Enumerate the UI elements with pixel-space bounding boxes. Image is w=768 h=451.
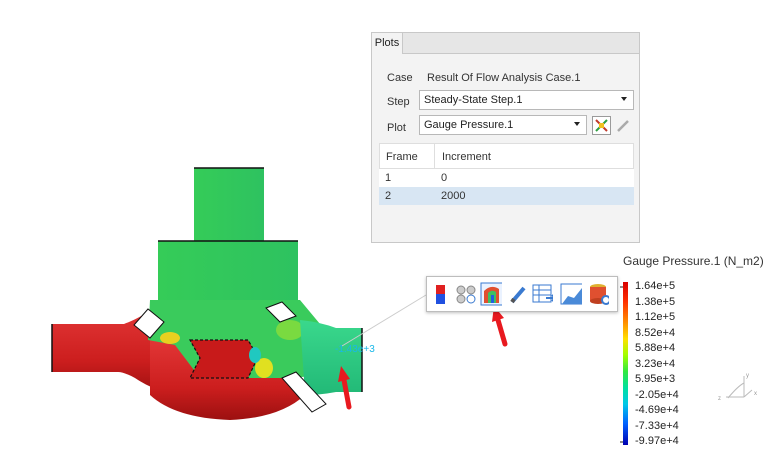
edit-plot-button[interactable] <box>615 118 631 134</box>
plot-type-toolbar <box>426 276 618 312</box>
chevron-down-icon <box>574 122 580 126</box>
chart-icon[interactable] <box>560 282 582 306</box>
legend-value-label: -9.97e+4 <box>635 435 679 447</box>
axis-x-label: x <box>754 391 757 397</box>
legend-value-label: 8.52e+4 <box>635 326 676 339</box>
column-header-increment[interactable]: Increment <box>442 151 491 163</box>
table-row-selected[interactable]: 2 2000 <box>379 187 634 205</box>
settings-cylinder-icon[interactable] <box>587 282 609 306</box>
axis-z-label: z <box>718 396 721 402</box>
step-select[interactable]: Steady-State Step.1 <box>419 90 634 110</box>
frame-table-header: Frame Increment <box>379 143 634 169</box>
mesh-top-stem <box>194 168 264 244</box>
mesh-orifice <box>190 340 258 378</box>
cell-increment: 2000 <box>441 190 466 202</box>
cell-frame: 1 <box>385 172 392 184</box>
mesh-bonnet <box>158 241 298 303</box>
table-export-icon[interactable] <box>531 282 553 306</box>
probe-value-label: -1.43e+3 <box>335 344 375 355</box>
cell-increment: 0 <box>441 172 448 184</box>
point-cloud-icon[interactable] <box>454 282 476 306</box>
cross-arrows-icon <box>595 119 608 132</box>
table-empty-area <box>379 205 634 239</box>
axis-triad <box>726 376 753 399</box>
legend-value-label: -4.69e+4 <box>635 404 679 416</box>
axis-y-label: y <box>746 373 749 379</box>
legend-title: Gauge Pressure.1 (N_m2) <box>623 254 764 268</box>
legend-value-label: -7.33e+4 <box>635 419 679 432</box>
step-select-value: Steady-State Step.1 <box>424 94 523 106</box>
legend-value-label: 1.38e+5 <box>635 295 676 308</box>
plot-select[interactable]: Gauge Pressure.1 <box>419 115 587 135</box>
mesh-outlet-pipe <box>300 320 362 395</box>
step-label: Step <box>387 96 410 108</box>
legend-value-label: 1.12e+5 <box>635 311 676 323</box>
plot-label: Plot <box>387 122 406 134</box>
edit-pencil-icon[interactable] <box>507 282 529 306</box>
color-bar-icon[interactable] <box>434 282 456 306</box>
legend-value-label: 5.95e+3 <box>635 373 676 385</box>
table-row[interactable]: 1 0 <box>379 169 634 187</box>
surface-plot-icon[interactable] <box>480 282 502 306</box>
legend-value-label: 1.64e+5 <box>635 280 676 292</box>
chevron-down-icon <box>621 97 627 101</box>
column-header-frame[interactable]: Frame <box>386 151 418 163</box>
case-label: Case <box>387 72 413 84</box>
legend-value-label: 5.88e+4 <box>635 342 676 354</box>
legend-value-label: 3.23e+4 <box>635 357 676 370</box>
case-value: Result Of Flow Analysis Case.1 <box>427 72 581 84</box>
plot-options-button[interactable] <box>592 116 611 135</box>
tab-plots[interactable]: Plots <box>372 33 403 54</box>
legend-value-label: -2.05e+4 <box>635 388 679 401</box>
plot-select-value: Gauge Pressure.1 <box>424 119 514 131</box>
plots-panel: Plots Case Result Of Flow Analysis Case.… <box>371 32 640 243</box>
cell-frame: 2 <box>385 190 392 202</box>
legend-color-bar <box>620 282 628 445</box>
pencil-icon <box>617 120 629 132</box>
plots-tab-bar: Plots <box>372 33 639 54</box>
